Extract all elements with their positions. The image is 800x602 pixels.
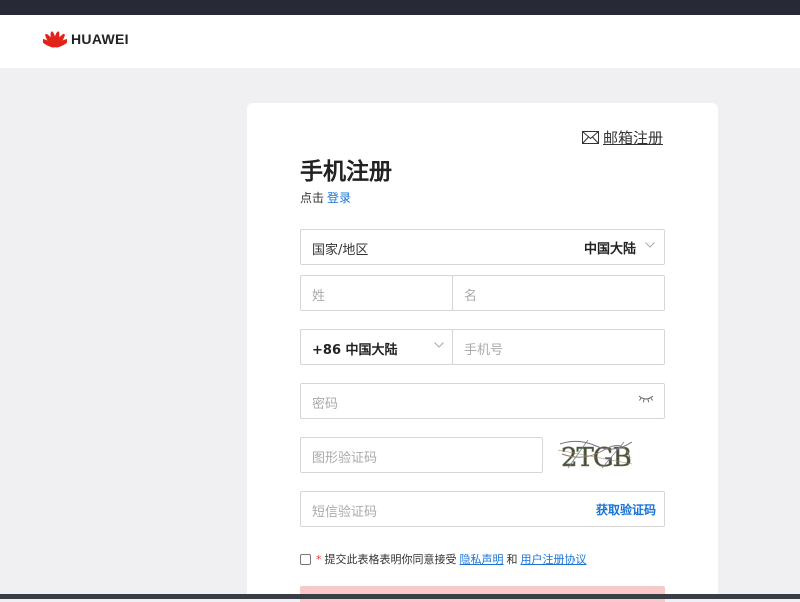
agreement-checkbox[interactable]	[300, 553, 311, 565]
captcha-input[interactable]: 图形验证码	[300, 437, 543, 473]
required-mark: *	[316, 552, 322, 566]
phone-placeholder: 手机号	[464, 343, 504, 358]
page-title: 手机注册	[300, 159, 392, 185]
huawei-logo[interactable]: HUAWEI	[43, 30, 129, 48]
bottom-bar	[0, 594, 800, 599]
email-register-label: 邮箱注册	[603, 129, 664, 147]
register-card: 邮箱注册 手机注册 点击 登录 国家/地区 中国大陆 姓 名 +86 中国大陆 手…	[247, 103, 718, 602]
agreement-row: * 提交此表格表明你同意接受 隐私声明 和 用户注册协议	[300, 551, 590, 567]
email-register-link[interactable]: 邮箱注册	[582, 127, 663, 148]
chevron-down-icon	[645, 242, 655, 248]
top-bar	[0, 0, 800, 15]
get-code-button[interactable]: 获取验证码	[596, 501, 656, 518]
site-header: HUAWEI	[0, 15, 800, 68]
agreement-text: 提交此表格表明你同意接受	[324, 553, 457, 566]
password-input[interactable]: 密码	[300, 383, 665, 419]
login-prompt: 点击 登录	[300, 189, 351, 206]
given-name-input[interactable]: 名	[452, 275, 665, 311]
country-label: 国家/地区	[312, 243, 369, 258]
country-value: 中国大陆	[583, 242, 636, 257]
terms-link[interactable]: 用户注册协议	[521, 551, 587, 567]
captcha-image[interactable]: 2TGB	[558, 436, 634, 472]
password-placeholder: 密码	[312, 397, 339, 412]
country-code-value: +86 中国大陆	[312, 343, 398, 358]
login-link[interactable]: 登录	[327, 191, 351, 205]
login-prompt-text: 点击	[300, 191, 325, 205]
country-code-select[interactable]: +86 中国大陆	[300, 329, 453, 365]
chevron-down-icon	[434, 342, 444, 348]
sms-code-input[interactable]: 短信验证码 获取验证码	[300, 491, 665, 527]
surname-placeholder: 姓	[312, 289, 326, 304]
country-select[interactable]: 国家/地区 中国大陆	[300, 229, 665, 265]
sms-code-placeholder: 短信验证码	[312, 505, 378, 520]
eye-closed-icon[interactable]	[638, 394, 654, 403]
agreement-and: 和	[506, 553, 518, 566]
captcha-placeholder: 图形验证码	[312, 451, 378, 466]
phone-input[interactable]: 手机号	[452, 329, 665, 365]
surname-input[interactable]: 姓	[300, 275, 453, 311]
privacy-link[interactable]: 隐私声明	[460, 551, 504, 567]
brand-name: HUAWEI	[71, 31, 129, 47]
huawei-flower-icon	[43, 31, 67, 48]
given-name-placeholder: 名	[464, 289, 478, 304]
mail-icon	[582, 131, 599, 144]
